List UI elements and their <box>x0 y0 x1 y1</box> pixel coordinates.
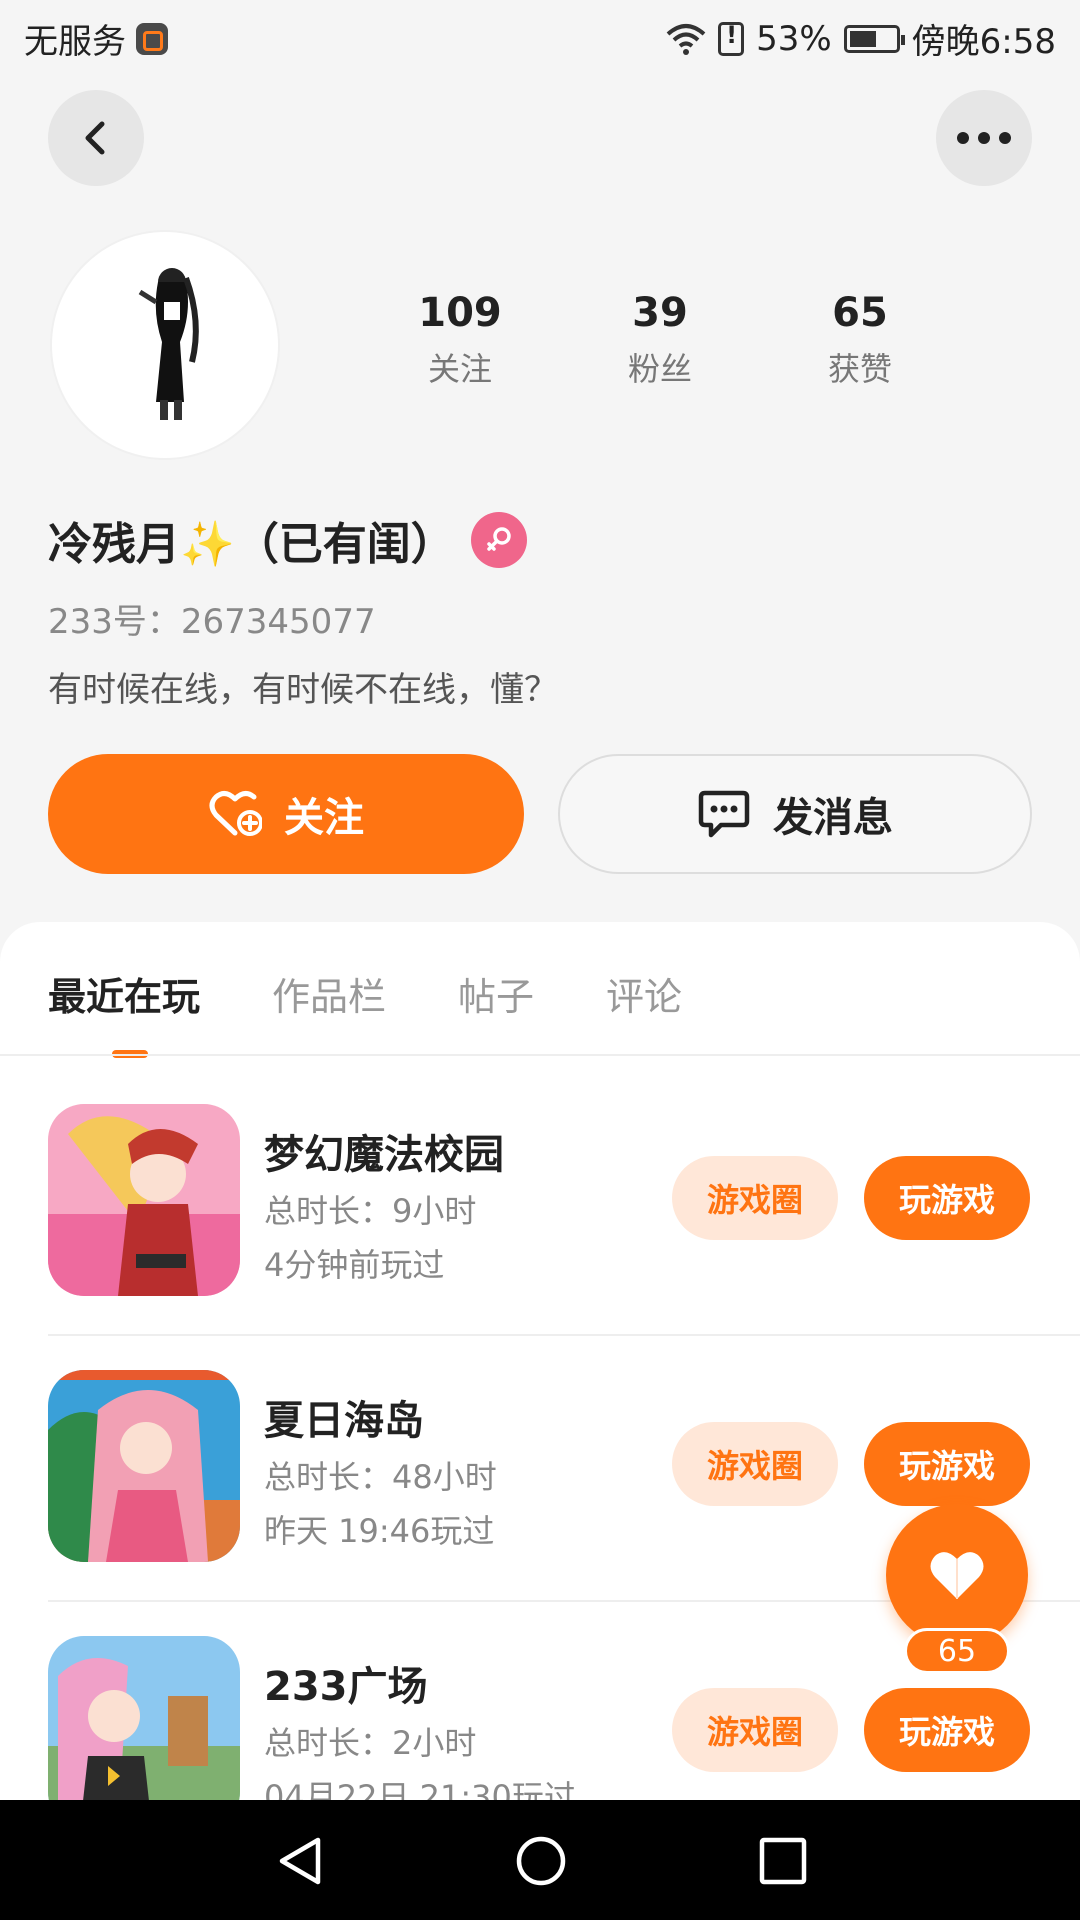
stat-value: 39 <box>632 290 688 336</box>
stat-label: 获赞 <box>827 350 892 388</box>
like-button[interactable] <box>886 1504 1028 1646</box>
female-gender-icon <box>470 512 527 568</box>
system-nav-bar <box>0 1800 1080 1920</box>
stat-label: 粉丝 <box>627 350 692 388</box>
follow-button[interactable]: 关注 <box>48 754 524 874</box>
tab-works[interactable]: 作品栏 <box>272 966 386 1021</box>
nav-recent-apps-icon[interactable] <box>756 1834 810 1888</box>
message-button[interactable]: 发消息 <box>558 754 1032 874</box>
carrier-text: 无服务 <box>24 22 126 62</box>
heart-icon <box>930 1552 984 1599</box>
status-bar: 无服务 53% 傍晚6:58 <box>0 0 1080 76</box>
wifi-icon <box>666 23 706 55</box>
play-game-button[interactable]: 玩游戏 <box>864 1422 1030 1506</box>
play-game-button[interactable]: 玩游戏 <box>864 1688 1030 1772</box>
avatar-character-image <box>138 268 199 420</box>
game-last-played: 4分钟前玩过 <box>264 1246 445 1284</box>
battery-percent: 53% <box>756 18 832 59</box>
game-circle-button[interactable]: 游戏圈 <box>672 1156 838 1240</box>
game-title: 梦幻魔法校园 <box>264 1132 504 1178</box>
tab-posts[interactable]: 帖子 <box>458 966 534 1021</box>
sim-alert-icon <box>718 21 745 56</box>
avatar[interactable] <box>52 232 278 458</box>
game-duration: 总时长：9小时 <box>264 1192 477 1230</box>
content-panel: 最近在玩 作品栏 帖子 评论 梦幻魔法校园 总时长：9小时 4分钟前玩过 游戏圈… <box>0 922 1080 1922</box>
battery-icon <box>843 24 905 53</box>
stat-likes[interactable]: 65 获赞 <box>760 290 960 390</box>
game-duration: 总时长：2小时 <box>264 1724 477 1762</box>
profile-stats: 109 关注 39 粉丝 65 获赞 <box>360 290 960 390</box>
stat-value: 109 <box>418 290 502 336</box>
tab-comments[interactable]: 评论 <box>606 966 682 1021</box>
game-icon[interactable] <box>48 1370 240 1562</box>
stat-followers[interactable]: 39 粉丝 <box>560 290 760 390</box>
more-dots-icon <box>957 132 1011 144</box>
message-label: 发消息 <box>773 795 893 841</box>
game-icon[interactable] <box>48 1104 240 1296</box>
game-circle-button[interactable]: 游戏圈 <box>672 1688 838 1772</box>
user-id: 233号：267345077 <box>48 602 376 642</box>
tab-recently-played[interactable]: 最近在玩 <box>48 966 200 1058</box>
play-game-button[interactable]: 玩游戏 <box>864 1156 1030 1240</box>
game-circle-button[interactable]: 游戏圈 <box>672 1422 838 1506</box>
nav-back-icon[interactable] <box>274 1834 328 1888</box>
game-list-item[interactable]: 梦幻魔法校园 总时长：9小时 4分钟前玩过 游戏圈 玩游戏 <box>48 1104 1080 1370</box>
stat-following[interactable]: 109 关注 <box>360 290 560 390</box>
follow-label: 关注 <box>284 795 364 841</box>
stat-value: 65 <box>832 290 888 336</box>
game-title: 夏日海岛 <box>264 1398 424 1444</box>
nav-home-icon[interactable] <box>514 1834 568 1888</box>
more-options-button[interactable] <box>936 90 1032 186</box>
tab-bar: 最近在玩 作品栏 帖子 评论 <box>48 966 754 1058</box>
divider <box>48 1334 1080 1336</box>
game-duration: 总时长：48小时 <box>264 1458 497 1496</box>
chat-bubble-icon <box>698 790 750 838</box>
name-row: 冷残月✨（已有闺） <box>48 508 527 572</box>
game-last-played: 昨天 19:46玩过 <box>264 1512 495 1550</box>
like-count-badge: 65 <box>904 1628 1010 1674</box>
back-button[interactable] <box>48 90 144 186</box>
game-title: 233广场 <box>264 1664 428 1710</box>
user-name: 冷残月✨（已有闺） <box>48 519 455 570</box>
chevron-left-icon <box>85 121 105 155</box>
divider <box>0 1054 1080 1056</box>
clock: 傍晚6:58 <box>911 22 1056 62</box>
heart-plus-icon <box>209 791 262 836</box>
notification-app-icon <box>136 22 168 55</box>
stat-label: 关注 <box>427 350 492 388</box>
user-bio: 有时候在线，有时候不在线，懂？ <box>48 670 558 710</box>
